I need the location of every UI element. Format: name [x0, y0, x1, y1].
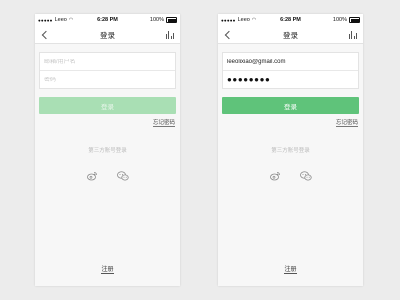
social-login-row [218, 170, 363, 182]
social-login-row [35, 170, 180, 182]
battery-percent: 100% [332, 17, 347, 23]
password-input[interactable] [44, 76, 175, 83]
battery-percent: 100% [149, 17, 164, 23]
register-link-wrap: 注册 [35, 264, 180, 275]
nav-bar: 登录 [218, 26, 363, 44]
third-party-label: 第三方账号登录 [88, 148, 127, 154]
login-button[interactable]: 登录 [222, 97, 359, 114]
battery-group: 100% [150, 17, 177, 23]
register-link-wrap: 注册 [218, 264, 363, 275]
third-party-label: 第三方账号登录 [271, 148, 310, 154]
weibo-icon[interactable] [270, 170, 282, 182]
battery-icon [166, 17, 177, 23]
login-form: ●●●●●●●● [222, 52, 359, 89]
wechat-icon[interactable] [116, 170, 129, 182]
email-input[interactable] [227, 58, 358, 65]
nav-bar: 登录 [35, 26, 180, 44]
email-row [223, 53, 358, 70]
forgot-password-link[interactable]: 忘记密码 [152, 120, 175, 128]
phone-screen-empty: ●●●●● Leeo ◠ 6:28 PM 100% 登录 登录 忘记密码 第三方… [35, 14, 180, 286]
forgot-password-link-wrap: 忘记密码 [218, 118, 358, 128]
stats-icon[interactable] [349, 30, 358, 39]
password-row[interactable]: ●●●●●●●● [223, 70, 358, 88]
phone-screen-filled: ●●●●● Leeo ◠ 6:28 PM 100% 登录 ●●●●●●●● 登录… [218, 14, 363, 286]
page-title: 登录 [283, 31, 298, 40]
battery-icon [349, 17, 360, 23]
battery-group: 100% [333, 17, 360, 23]
page-title: 登录 [100, 31, 115, 40]
register-link[interactable]: 注册 [284, 267, 297, 275]
wechat-icon[interactable] [299, 170, 312, 182]
status-bar: ●●●●● Leeo ◠ 6:28 PM 100% [35, 14, 180, 26]
status-bar: ●●●●● Leeo ◠ 6:28 PM 100% [218, 14, 363, 26]
password-row [40, 70, 175, 88]
forgot-password-link-wrap: 忘记密码 [35, 118, 175, 128]
weibo-icon[interactable] [87, 170, 99, 182]
forgot-password-link[interactable]: 忘记密码 [335, 120, 358, 128]
email-input[interactable] [44, 58, 175, 65]
email-row [40, 53, 175, 70]
login-form [39, 52, 176, 89]
stats-icon[interactable] [166, 30, 175, 39]
login-button[interactable]: 登录 [39, 97, 176, 114]
register-link[interactable]: 注册 [101, 267, 114, 275]
password-input[interactable]: ●●●●●●●● [227, 75, 270, 84]
